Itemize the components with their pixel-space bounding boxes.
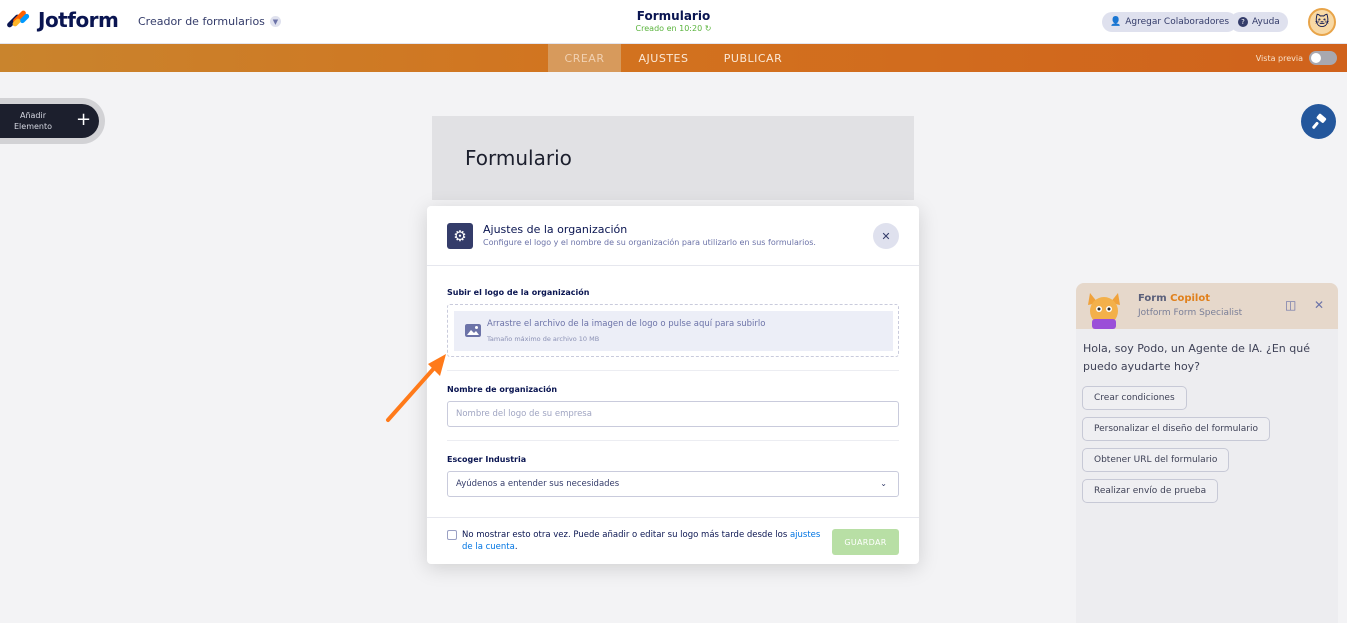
builder-nav: CREAR AJUSTES PUBLICAR Vista previa bbox=[0, 44, 1347, 72]
add-element-label: Añadir Elemento bbox=[14, 110, 52, 132]
industry-label: Escoger Industria bbox=[447, 455, 527, 464]
copilot-subtitle: Jotform Form Specialist bbox=[1138, 308, 1243, 318]
image-icon bbox=[465, 324, 481, 337]
save-button[interactable]: GUARDAR bbox=[832, 529, 899, 555]
copilot-panel: Form Copilot Jotform Form Specialist ◫ ✕… bbox=[1076, 283, 1338, 623]
collapse-panel-icon[interactable]: ◫ bbox=[1285, 298, 1296, 312]
org-name-placeholder: Nombre del logo de su empresa bbox=[456, 409, 592, 419]
organization-settings-modal: ⚙ Ajustes de la organización Configure e… bbox=[427, 206, 919, 564]
tab-publicar[interactable]: PUBLICAR bbox=[706, 44, 800, 72]
toggle-knob bbox=[1311, 53, 1321, 63]
divider bbox=[447, 370, 899, 371]
refresh-icon: ↻ bbox=[704, 24, 712, 33]
upload-logo-label: Subir el logo de la organización bbox=[447, 288, 590, 297]
modal-header: ⚙ Ajustes de la organización Configure e… bbox=[427, 206, 919, 266]
tab-ajustes[interactable]: AJUSTES bbox=[621, 44, 706, 72]
preview-label: Vista previa bbox=[1255, 53, 1303, 63]
annotation-arrow-icon bbox=[386, 354, 446, 422]
plus-icon: + bbox=[76, 109, 92, 130]
chip-customize-design[interactable]: Personalizar el diseño del formulario bbox=[1082, 417, 1270, 441]
copilot-title-accent: Copilot bbox=[1170, 293, 1211, 304]
close-icon: ✕ bbox=[881, 229, 891, 243]
chip-create-conditions[interactable]: Crear condiciones bbox=[1082, 386, 1187, 410]
upload-instructions: Arrastre el archivo de la imagen de logo… bbox=[487, 319, 766, 329]
form-header-card[interactable]: Formulario bbox=[432, 116, 914, 200]
user-icon: 👤 bbox=[1110, 17, 1122, 27]
divider bbox=[447, 440, 899, 441]
logo-text: Jotform bbox=[38, 8, 119, 32]
paint-roller-icon bbox=[1311, 113, 1326, 129]
dont-show-again-checkbox[interactable] bbox=[447, 530, 457, 540]
org-name-input[interactable]: Nombre del logo de su empresa bbox=[447, 401, 899, 427]
add-element-label-line2: Elemento bbox=[14, 122, 53, 131]
chevron-down-icon: ⌄ bbox=[880, 479, 887, 488]
industry-select[interactable]: Ayúdenos a entender sus necesidades ⌄ bbox=[447, 471, 899, 497]
jotform-logo-icon bbox=[6, 9, 31, 31]
close-icon[interactable]: ✕ bbox=[1314, 298, 1324, 312]
copilot-title: Form Copilot bbox=[1138, 293, 1210, 304]
preview-toggle-group: Vista previa bbox=[1256, 51, 1337, 65]
help-label: Ayuda bbox=[1252, 17, 1280, 27]
chip-get-url[interactable]: Obtener URL del formulario bbox=[1082, 448, 1230, 472]
builder-label: Creador de formularios bbox=[138, 15, 265, 28]
add-collaborators-button[interactable]: 👤 Agregar Colaboradores bbox=[1102, 12, 1238, 32]
top-bar: Jotform Creador de formularios ▼ Formula… bbox=[0, 0, 1347, 44]
footer-end: . bbox=[514, 542, 518, 552]
chip-test-submission[interactable]: Realizar envío de prueba bbox=[1082, 479, 1219, 503]
help-icon: ? bbox=[1238, 17, 1248, 27]
modal-footer: No mostrar esto otra vez. Puede añadir o… bbox=[427, 517, 919, 564]
add-element-button[interactable]: Añadir Elemento + bbox=[0, 104, 99, 138]
gear-icon: ⚙ bbox=[447, 223, 473, 249]
upload-max-size: Tamaño máximo de archivo 10 MB bbox=[487, 335, 600, 343]
user-avatar[interactable]: 🐱 bbox=[1308, 8, 1336, 36]
jotform-logo[interactable]: Jotform bbox=[6, 8, 119, 32]
modal-subtitle: Configure el logo y el nombre de su orga… bbox=[483, 238, 816, 247]
saved-status-text: Creado en 10:20 bbox=[635, 24, 703, 33]
add-element-label-line1: Añadir bbox=[19, 111, 47, 120]
footer-text: No mostrar esto otra vez. Puede añadir o… bbox=[462, 530, 790, 540]
org-name-label: Nombre de organización bbox=[447, 385, 558, 394]
dont-show-again-text: No mostrar esto otra vez. Puede añadir o… bbox=[462, 529, 822, 553]
add-collaborators-label: Agregar Colaboradores bbox=[1125, 17, 1230, 27]
help-button[interactable]: ? Ayuda bbox=[1230, 12, 1288, 32]
industry-selected-value: Ayúdenos a entender sus necesidades bbox=[456, 479, 620, 489]
tab-crear[interactable]: CREAR bbox=[548, 44, 621, 72]
copilot-message: Hola, soy Podo, un Agente de IA. ¿En qué… bbox=[1083, 342, 1310, 373]
upload-area[interactable]: Arrastre el archivo de la imagen de logo… bbox=[454, 311, 893, 351]
chevron-down-icon: ▼ bbox=[269, 16, 281, 27]
form-heading: Formulario bbox=[465, 146, 572, 170]
modal-close-button[interactable]: ✕ bbox=[873, 223, 899, 249]
podo-mascot-icon bbox=[1088, 293, 1120, 329]
modal-title: Ajustes de la organización bbox=[483, 223, 628, 236]
form-designer-button[interactable] bbox=[1301, 104, 1336, 139]
builder-dropdown[interactable]: Creador de formularios ▼ bbox=[138, 15, 281, 28]
preview-toggle[interactable] bbox=[1309, 51, 1337, 65]
copilot-header: Form Copilot Jotform Form Specialist ◫ ✕ bbox=[1076, 283, 1338, 329]
copilot-title-prefix: Form bbox=[1138, 293, 1171, 304]
logo-upload-dropzone[interactable]: Arrastre el archivo de la imagen de logo… bbox=[447, 304, 899, 357]
